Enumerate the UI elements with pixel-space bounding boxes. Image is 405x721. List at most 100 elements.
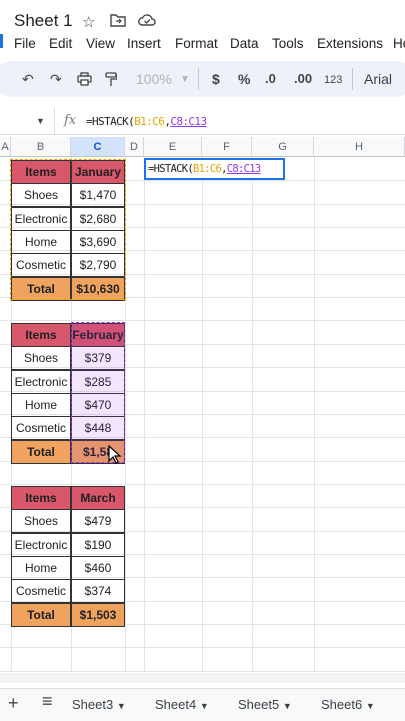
grid-row-line xyxy=(0,647,405,648)
cell-editor-e1[interactable]: =HSTACK(B1:C6,C8:C13 xyxy=(144,158,285,180)
table-total-cell[interactable]: $10,630 xyxy=(71,277,125,302)
currency-format-button[interactable]: $ xyxy=(212,71,220,87)
increase-decimal-button[interactable]: .00 xyxy=(294,71,312,86)
formula-text: =HSTACK( xyxy=(86,115,135,128)
grid-row-line xyxy=(0,484,405,485)
table-total-cell[interactable]: Total xyxy=(11,603,71,628)
table-cell[interactable]: $2,680 xyxy=(71,207,125,232)
tab-sheet5[interactable]: Sheet5 ▼ xyxy=(238,697,292,712)
column-header-d[interactable]: D xyxy=(125,137,144,157)
grid-row-line xyxy=(0,320,405,321)
table-cell[interactable]: Shoes xyxy=(11,183,71,208)
tab-label: Sheet3 xyxy=(72,697,114,712)
menu-insert[interactable]: Insert xyxy=(127,36,161,51)
font-select[interactable]: Arial xyxy=(364,71,392,87)
menu-extensions[interactable]: Extensions xyxy=(317,36,383,51)
table-cell[interactable]: Home xyxy=(11,393,71,418)
cloud-saved-icon[interactable] xyxy=(138,13,156,31)
tab-label: Sheet6 xyxy=(321,697,363,712)
column-header-c[interactable]: C xyxy=(71,137,125,157)
formula-ref1: B1:C6 xyxy=(134,115,165,128)
menu-file[interactable]: File xyxy=(14,36,36,51)
menu-bar: File Edit View Insert Format Data Tools … xyxy=(0,36,405,52)
table-cell[interactable]: Shoes xyxy=(11,346,71,371)
chevron-down-icon[interactable]: ▼ xyxy=(200,701,209,711)
table-cell[interactable]: $460 xyxy=(71,556,125,581)
formula-divider xyxy=(54,108,55,134)
table-cell[interactable]: Home xyxy=(11,556,71,581)
fx-icon: fx xyxy=(64,113,77,128)
column-header-f[interactable]: F xyxy=(202,137,252,157)
column-header-h[interactable]: H xyxy=(314,137,405,157)
table-cell[interactable]: Home xyxy=(11,230,71,255)
add-sheet-icon[interactable]: + xyxy=(8,693,19,714)
column-header-g[interactable]: G xyxy=(252,137,314,157)
table-cell[interactable]: $374 xyxy=(71,579,125,604)
table-header-cell[interactable]: Items xyxy=(11,486,71,511)
table-cell[interactable]: $379 xyxy=(71,346,125,371)
chevron-down-icon[interactable]: ▼ xyxy=(366,701,375,711)
table-cell[interactable]: $190 xyxy=(71,533,125,558)
table-total-cell[interactable]: $1,503 xyxy=(71,603,125,628)
table-header-cell[interactable]: March xyxy=(71,486,125,511)
decrease-decimal-button[interactable]: .0 xyxy=(265,71,276,86)
mouse-cursor-icon xyxy=(108,444,122,470)
percent-format-button[interactable]: % xyxy=(238,71,250,87)
all-sheets-menu-icon[interactable]: ≡ xyxy=(42,691,53,712)
table-cell[interactable]: Shoes xyxy=(11,509,71,534)
table-total-cell[interactable]: Total xyxy=(11,277,71,302)
horizontal-scrollbar[interactable] xyxy=(0,673,405,683)
toolbar-divider xyxy=(198,68,199,90)
print-icon[interactable] xyxy=(77,72,92,89)
table-cell[interactable]: $285 xyxy=(71,370,125,395)
formula-ref2: C8:C13 xyxy=(170,115,207,128)
table-cell[interactable]: $448 xyxy=(71,416,125,441)
table-cell[interactable]: $2,790 xyxy=(71,253,125,278)
table-header-cell[interactable]: Items xyxy=(11,323,71,348)
chevron-down-icon[interactable]: ▼ xyxy=(117,701,126,711)
table-header-cell[interactable]: Items xyxy=(11,160,71,185)
star-icon[interactable]: ☆ xyxy=(82,13,95,31)
table-header-cell[interactable]: January xyxy=(71,160,125,185)
menu-format[interactable]: Format xyxy=(175,36,218,51)
table-cell[interactable]: $479 xyxy=(71,509,125,534)
column-header-b[interactable]: B xyxy=(11,137,71,157)
tab-label: Sheet5 xyxy=(238,697,280,712)
column-header-e[interactable]: E xyxy=(144,137,202,157)
table-cell[interactable]: Electronic xyxy=(11,533,71,558)
document-title[interactable]: Sheet 1 xyxy=(14,11,73,31)
menu-tools[interactable]: Tools xyxy=(272,36,304,51)
menu-data[interactable]: Data xyxy=(230,36,259,51)
tab-sheet4[interactable]: Sheet4 ▼ xyxy=(155,697,209,712)
table-cell[interactable]: Electronic xyxy=(11,207,71,232)
table-cell[interactable]: $1,470 xyxy=(71,183,125,208)
formula-input[interactable]: =HSTACK(B1:C6,C8:C13 xyxy=(86,115,207,128)
grid-row-line xyxy=(0,671,405,672)
tab-label: Sheet4 xyxy=(155,697,197,712)
more-formats-button[interactable]: 123 xyxy=(324,74,342,86)
editor-ref2: C8:C13 xyxy=(226,163,261,175)
menu-edit[interactable]: Edit xyxy=(49,36,72,51)
table-total-cell[interactable]: Total xyxy=(11,440,71,465)
table-cell[interactable]: $3,690 xyxy=(71,230,125,255)
zoom-select[interactable]: 100% xyxy=(136,71,172,87)
table-header-cell[interactable]: February xyxy=(71,323,125,348)
tab-sheet3[interactable]: Sheet3 ▼ xyxy=(72,697,126,712)
tab-sheet6[interactable]: Sheet6 ▼ xyxy=(321,697,375,712)
undo-icon[interactable]: ↶ xyxy=(22,71,34,88)
column-header-a[interactable]: A xyxy=(0,137,11,157)
chevron-down-icon[interactable]: ▼ xyxy=(283,701,292,711)
toolbar-divider xyxy=(352,68,353,90)
menu-view[interactable]: View xyxy=(86,36,115,51)
zoom-chevron-icon[interactable]: ▼ xyxy=(180,74,190,85)
name-box-chevron-icon[interactable]: ▼ xyxy=(36,116,45,126)
table-cell[interactable]: Cosmetic xyxy=(11,579,71,604)
table-cell[interactable]: Cosmetic xyxy=(11,416,71,441)
move-folder-icon[interactable] xyxy=(110,13,126,31)
table-cell[interactable]: $470 xyxy=(71,393,125,418)
table-cell[interactable]: Electronic xyxy=(11,370,71,395)
paint-format-icon[interactable] xyxy=(105,72,118,90)
table-cell[interactable]: Cosmetic xyxy=(11,253,71,278)
menu-help[interactable]: He xyxy=(393,36,405,51)
redo-icon[interactable]: ↷ xyxy=(50,71,62,88)
